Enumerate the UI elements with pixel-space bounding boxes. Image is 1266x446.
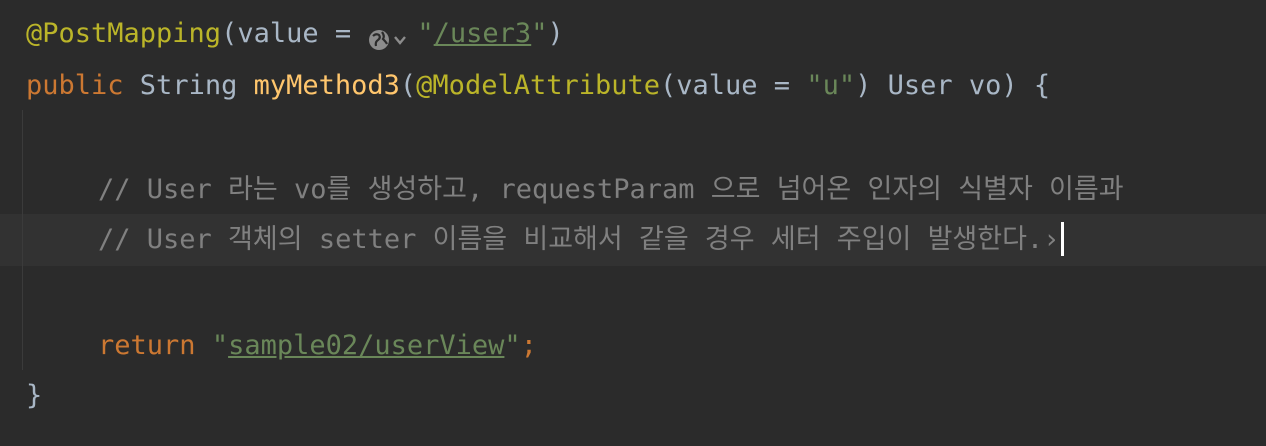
string-quote: ": [211, 330, 229, 361]
keyword-return: return: [98, 330, 196, 361]
string-literal-u: "u": [806, 70, 856, 101]
code-line-1[interactable]: @PostMapping(value = "/user3"): [26, 8, 564, 60]
string-quote: ": [531, 18, 548, 49]
indent-guide: [22, 110, 23, 370]
string-quote: ": [417, 18, 434, 49]
annotation-args: (value =: [660, 70, 807, 101]
post-mapping-annotation: @PostMapping: [26, 18, 222, 49]
globe-url-icon[interactable]: [367, 19, 413, 50]
code-editor[interactable]: @PostMapping(value = "/user3") public St…: [0, 0, 1266, 446]
keyword-public: public: [26, 70, 124, 101]
string-quote: ": [504, 330, 521, 361]
code-line-5[interactable]: // User 객체의 setter 이름을 비교해서 같을 경우 세터 주입이…: [98, 214, 1065, 266]
fold-marker-icon[interactable]: ›: [1043, 224, 1059, 255]
model-attribute-annotation: @ModelAttribute: [416, 70, 661, 101]
code-line-4-comment[interactable]: // User 라는 vo를 생성하고, requestParam 으로 넘어온…: [98, 164, 1124, 216]
code-line-8-closing-brace[interactable]: }: [26, 370, 42, 422]
url-path-link[interactable]: /user3: [434, 18, 532, 49]
method-name: myMethod3: [253, 70, 400, 101]
text-cursor: [1061, 221, 1065, 256]
annotation-args: (value =: [221, 18, 368, 49]
comment-text: // User 객체의 setter 이름을 비교해서 같을 경우 세터 주입이…: [98, 224, 1044, 255]
method-params-rest: ) User vo) {: [855, 70, 1051, 101]
view-path-link[interactable]: sample02/userView: [228, 330, 504, 361]
type-string: String: [123, 70, 254, 101]
code-line-7[interactable]: return "sample02/userView";: [98, 320, 537, 372]
open-paren: (: [399, 70, 417, 101]
code-line-2[interactable]: public String myMethod3(@ModelAttribute(…: [26, 60, 1050, 112]
semicolon: ;: [520, 330, 537, 361]
close-paren: ): [547, 18, 564, 49]
